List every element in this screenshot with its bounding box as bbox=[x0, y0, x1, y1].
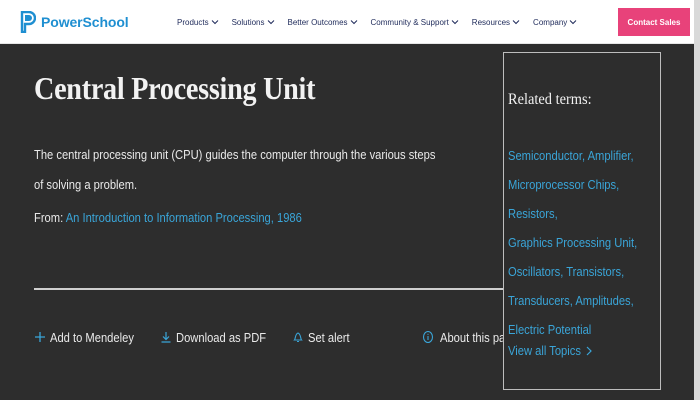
chevron-down-icon bbox=[211, 20, 218, 25]
nav-label: Products bbox=[177, 17, 209, 27]
page-title: Central Processing Unit bbox=[34, 70, 316, 106]
related-term-link[interactable]: Oscillators bbox=[508, 264, 560, 279]
source-citation: From: An Introduction to Information Pro… bbox=[34, 210, 302, 225]
nav-products[interactable]: Products bbox=[177, 18, 219, 27]
brand-logo[interactable]: PowerSchool bbox=[20, 11, 129, 33]
chevron-down-icon bbox=[569, 20, 577, 25]
plus-icon bbox=[35, 332, 45, 342]
related-term-link[interactable]: Amplifier bbox=[588, 148, 631, 163]
chevron-down-icon bbox=[350, 20, 357, 25]
add-to-mendeley-button[interactable]: Add to Mendeley bbox=[34, 330, 148, 345]
nav-community-support[interactable]: Community & Support bbox=[371, 18, 459, 27]
nav-label: Resources bbox=[471, 17, 511, 27]
nav-company[interactable]: Company bbox=[533, 18, 577, 27]
add-to-mendeley-label: Add to Mendeley bbox=[50, 329, 134, 345]
download-pdf-button[interactable]: Download as PDF bbox=[160, 330, 281, 345]
info-icon bbox=[422, 330, 434, 344]
related-term-link[interactable]: Electric Potential bbox=[508, 322, 591, 337]
view-all-topics-link[interactable]: View all Topics bbox=[508, 343, 593, 358]
source-link[interactable]: An Introduction to Information Processin… bbox=[66, 210, 302, 225]
related-term-link[interactable]: Resistors bbox=[508, 206, 555, 221]
nav-label: Better Outcomes bbox=[287, 17, 348, 27]
bell-icon bbox=[293, 332, 304, 343]
chevron-down-icon bbox=[267, 20, 274, 25]
related-terms-list: Semiconductor, Amplifier, Microprocessor… bbox=[508, 148, 638, 337]
related-term-link[interactable]: Amplitudes bbox=[575, 293, 630, 308]
related-term-link[interactable]: Transistors bbox=[566, 264, 621, 279]
source-prefix: From: bbox=[34, 210, 64, 225]
nav-label: Solutions bbox=[231, 17, 265, 27]
related-term-link[interactable]: Semiconductor bbox=[508, 148, 582, 163]
set-alert-button[interactable]: Set alert bbox=[292, 330, 356, 345]
related-term-link[interactable]: Microprocessor Chips bbox=[508, 177, 616, 192]
chevron-down-icon bbox=[512, 20, 520, 25]
article-actions: Add to Mendeley Download as PDF Set aler… bbox=[34, 326, 369, 348]
brand-name: PowerSchool bbox=[41, 14, 129, 30]
related-terms-panel: Related terms: Semiconductor, Amplifier,… bbox=[503, 52, 661, 390]
topic-description: The central processing unit (CPU) guides… bbox=[34, 147, 436, 192]
set-alert-label: Set alert bbox=[308, 329, 351, 345]
top-navigation-bar: PowerSchool Products Solutions Better Ou… bbox=[0, 0, 700, 44]
nav-solutions[interactable]: Solutions bbox=[232, 18, 275, 27]
related-term-link[interactable]: Graphics Processing Unit bbox=[508, 235, 634, 250]
chevron-right-icon bbox=[586, 346, 592, 355]
download-pdf-label: Download as PDF bbox=[175, 329, 266, 345]
powerschool-logo-icon bbox=[20, 11, 36, 33]
nav-label: Company bbox=[533, 17, 568, 27]
page-scrollbar[interactable] bbox=[694, 0, 700, 400]
related-term-link[interactable]: Transducers bbox=[508, 293, 570, 308]
main-nav: Products Solutions Better Outcomes Commu… bbox=[177, 0, 590, 44]
related-terms-heading: Related terms: bbox=[508, 91, 592, 108]
chevron-down-icon bbox=[451, 20, 459, 25]
view-all-topics-label: View all Topics bbox=[508, 343, 581, 358]
nav-resources[interactable]: Resources bbox=[472, 18, 520, 27]
nav-label: Community & Support bbox=[370, 17, 449, 27]
contact-sales-button[interactable]: Contact Sales bbox=[618, 8, 690, 36]
download-icon bbox=[161, 332, 171, 343]
nav-better-outcomes[interactable]: Better Outcomes bbox=[288, 18, 358, 27]
